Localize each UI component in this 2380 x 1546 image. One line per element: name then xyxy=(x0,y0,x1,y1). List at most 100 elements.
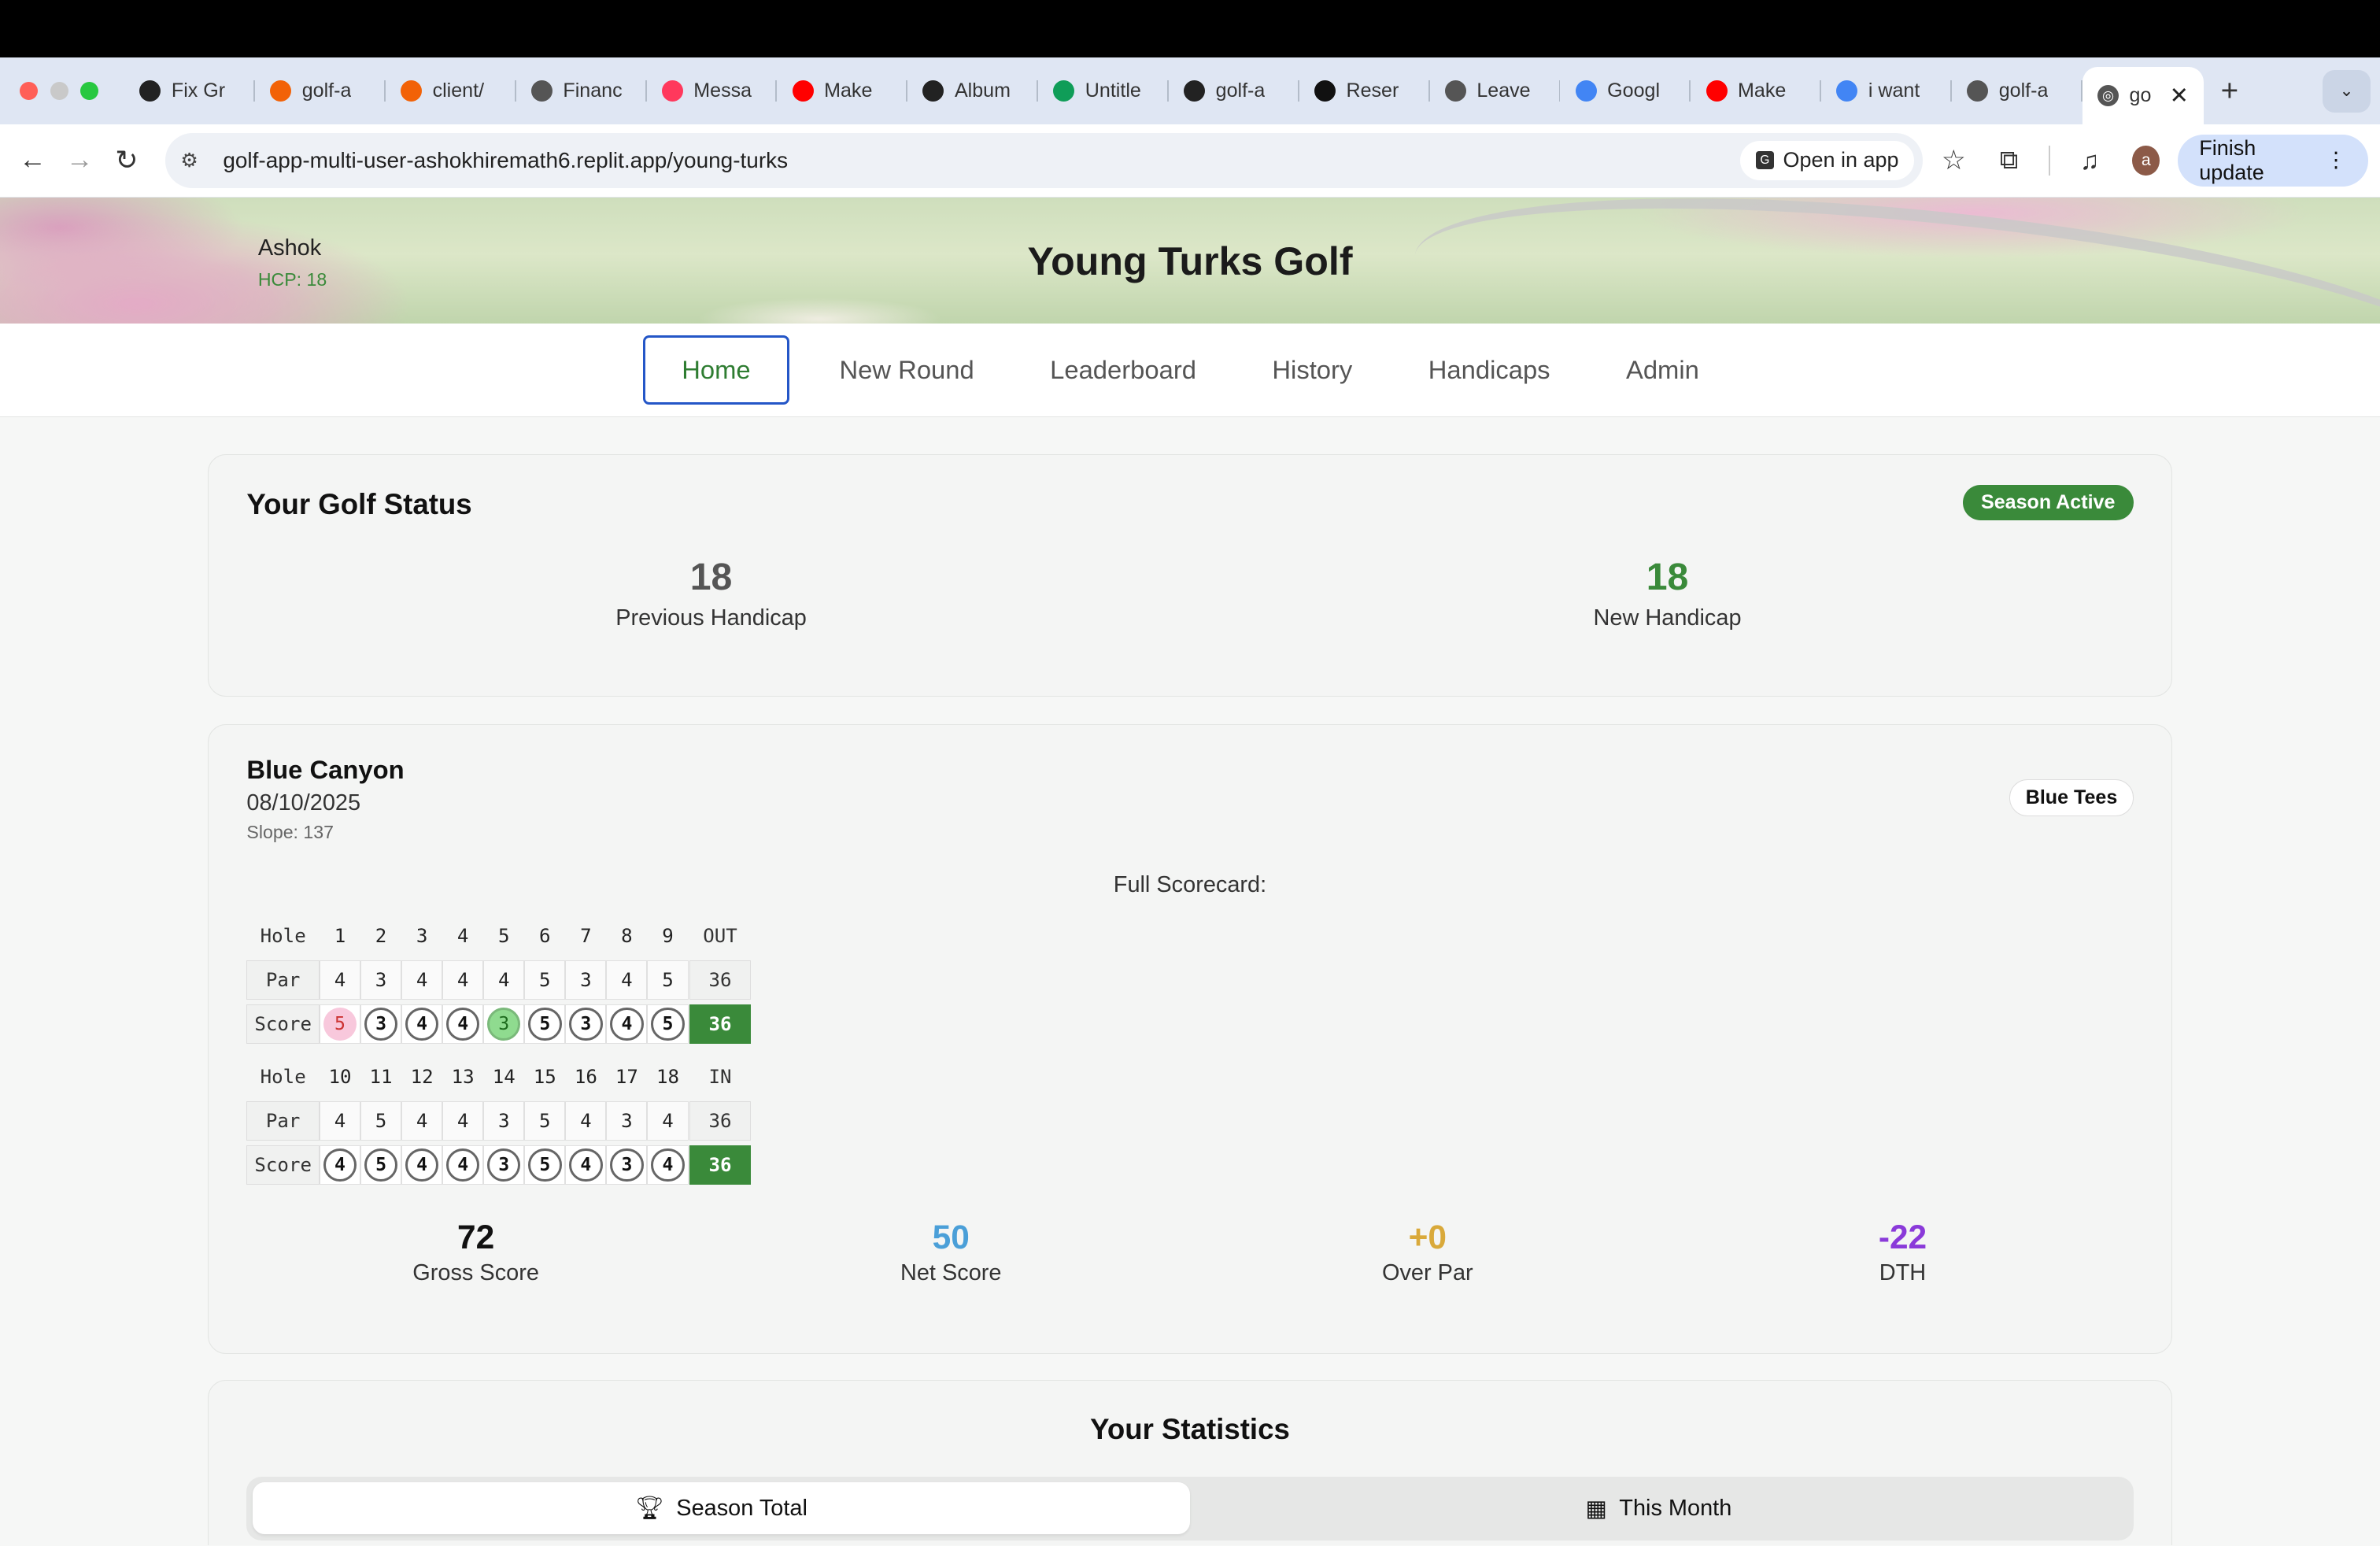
par-cell: 3 xyxy=(360,960,402,1000)
finish-update-button[interactable]: Finish update ⋮ xyxy=(2178,135,2368,187)
browser-tab[interactable]: Messa xyxy=(647,67,778,116)
forward-icon[interactable]: → xyxy=(59,138,100,183)
score-cell: 3 xyxy=(483,1145,525,1185)
gross-score-value: 72 xyxy=(457,1218,495,1256)
address-bar[interactable]: ⚙ golf-app-multi-user-ashokhiremath6.rep… xyxy=(165,133,1924,188)
browser-tab[interactable]: golf-a xyxy=(1169,67,1299,116)
close-tab-icon[interactable]: ✕ xyxy=(2170,82,2189,109)
tab-label: golf-a xyxy=(301,80,352,102)
browser-tab[interactable]: Album xyxy=(907,67,1039,116)
hole-total-header: OUT xyxy=(703,924,737,947)
hole-number: 6 xyxy=(539,924,551,947)
par-cell: 4 xyxy=(401,960,443,1000)
nav-leaderboard[interactable]: Leaderboard xyxy=(1012,337,1234,404)
profile-avatar[interactable]: a xyxy=(2132,145,2160,176)
main-nav: Home New Round Leaderboard History Handi… xyxy=(0,323,2380,418)
gross-score-label: Gross Score xyxy=(412,1260,539,1286)
hole-row: Hole 10 11 12 13 14 15 16 17 18 IN xyxy=(246,1057,750,1097)
browser-tab[interactable]: Untitle xyxy=(1038,67,1169,116)
browser-tab[interactable]: i want xyxy=(1821,67,1952,116)
site-settings-icon[interactable]: ⚙ xyxy=(180,149,211,172)
net-score-value: 50 xyxy=(932,1218,970,1256)
tab-label: go xyxy=(2129,83,2152,106)
browser-tab[interactable]: Make xyxy=(777,67,908,116)
score-cell: 4 xyxy=(319,1145,361,1185)
bookmark-star-icon[interactable]: ☆ xyxy=(1929,145,1978,176)
tab-label: Reser xyxy=(1346,80,1399,102)
score-cell: 3 xyxy=(606,1145,648,1185)
tab-label: i want xyxy=(1868,80,1920,102)
browser-tab[interactable]: Make xyxy=(1691,67,1822,116)
nav-new-round[interactable]: New Round xyxy=(801,337,1012,404)
par-score: 4 xyxy=(405,1007,439,1041)
extensions-icon[interactable]: ⧉ xyxy=(1984,145,2033,176)
nav-history[interactable]: History xyxy=(1234,337,1390,404)
par-score: 5 xyxy=(528,1148,562,1182)
maximize-window-icon[interactable] xyxy=(80,82,99,101)
hole-number: 9 xyxy=(662,924,674,947)
browser-tab[interactable]: Leave xyxy=(1430,67,1561,116)
nav-admin[interactable]: Admin xyxy=(1588,337,1737,404)
close-window-icon[interactable] xyxy=(20,82,39,101)
openai-icon xyxy=(922,80,944,102)
tab-search-button[interactable]: ⌄ xyxy=(2322,69,2371,113)
par-cell: 3 xyxy=(565,960,607,1000)
statistics-period-toggle: 🏆︎ Season Total ▦ This Month xyxy=(246,1476,2134,1540)
reload-icon[interactable]: ↻ xyxy=(106,138,147,183)
tab-label: Untitle xyxy=(1085,80,1141,102)
net-score-label: Net Score xyxy=(900,1260,1002,1286)
browser-tab[interactable]: Reser xyxy=(1299,67,1430,116)
header-banner: Ashok HCP: 18 Young Turks Golf xyxy=(0,197,2380,324)
hole-number: 2 xyxy=(375,924,387,947)
new-handicap-value: 18 xyxy=(1646,555,1689,598)
par-cell: 4 xyxy=(647,1101,689,1141)
dth-label: DTH xyxy=(1879,1260,1927,1286)
score-cell: 4 xyxy=(401,1004,443,1044)
media-control-icon[interactable]: ♫ xyxy=(2065,146,2114,176)
score-cell: 4 xyxy=(647,1145,689,1185)
this-month-tab[interactable]: ▦ This Month xyxy=(1190,1482,2127,1534)
score-header: Score xyxy=(246,1004,320,1044)
par-cell: 3 xyxy=(483,1101,525,1141)
browser-tab[interactable]: Financ xyxy=(516,67,647,116)
over-par-value: +0 xyxy=(1408,1218,1447,1256)
par-cell: 5 xyxy=(360,1101,402,1141)
latest-round-card: Blue Canyon 08/10/2025 Slope: 137 Blue T… xyxy=(208,723,2172,1355)
score-cell: 4 xyxy=(401,1145,443,1185)
par-score: 4 xyxy=(651,1148,685,1182)
tab-label: golf-a xyxy=(1215,80,1266,102)
browser-tab[interactable]: client/ xyxy=(386,67,516,116)
score-cell: 3 xyxy=(360,1004,402,1044)
browser-tab[interactable]: Googl xyxy=(1560,67,1691,116)
browser-tab[interactable]: golf-a xyxy=(1952,67,2082,116)
nav-handicaps[interactable]: Handicaps xyxy=(1391,337,1588,404)
browser-tab[interactable]: Fix Gr xyxy=(124,67,255,116)
hole-header: Hole xyxy=(260,924,306,947)
open-in-app-button[interactable]: G Open in app xyxy=(1740,140,1914,180)
tab-active[interactable]: ◎ go ✕ xyxy=(2082,66,2204,125)
browser-tab[interactable]: golf-a xyxy=(255,67,386,116)
par-cell: 4 xyxy=(606,960,648,1000)
dth-value: -22 xyxy=(1878,1218,1927,1256)
hole-number: 1 xyxy=(334,924,346,947)
hole-number: 3 xyxy=(416,924,428,947)
youtube-icon xyxy=(792,80,814,102)
hole-number: 12 xyxy=(410,1066,434,1089)
app-icon: G xyxy=(1755,151,1774,170)
score-total: 36 xyxy=(689,1004,751,1044)
hole-number: 4 xyxy=(456,924,469,947)
minimize-window-icon[interactable] xyxy=(50,82,68,101)
back-icon[interactable]: ← xyxy=(12,138,53,183)
golf-status-title: Your Golf Status xyxy=(246,488,472,521)
nav-home[interactable]: Home xyxy=(642,335,789,405)
season-total-tab[interactable]: 🏆︎ Season Total xyxy=(253,1482,1190,1534)
hole-number: 11 xyxy=(369,1066,393,1089)
open-in-app-label: Open in app xyxy=(1783,148,1899,172)
par-score: 5 xyxy=(528,1007,562,1041)
toolbar-divider xyxy=(2048,145,2050,176)
url-text[interactable]: golf-app-multi-user-ashokhiremath6.repli… xyxy=(223,148,1740,173)
score-cell: 4 xyxy=(606,1004,648,1044)
app-title: Young Turks Golf xyxy=(1027,239,1353,283)
new-tab-button[interactable]: + xyxy=(2204,74,2256,109)
par-score: 3 xyxy=(364,1007,398,1041)
